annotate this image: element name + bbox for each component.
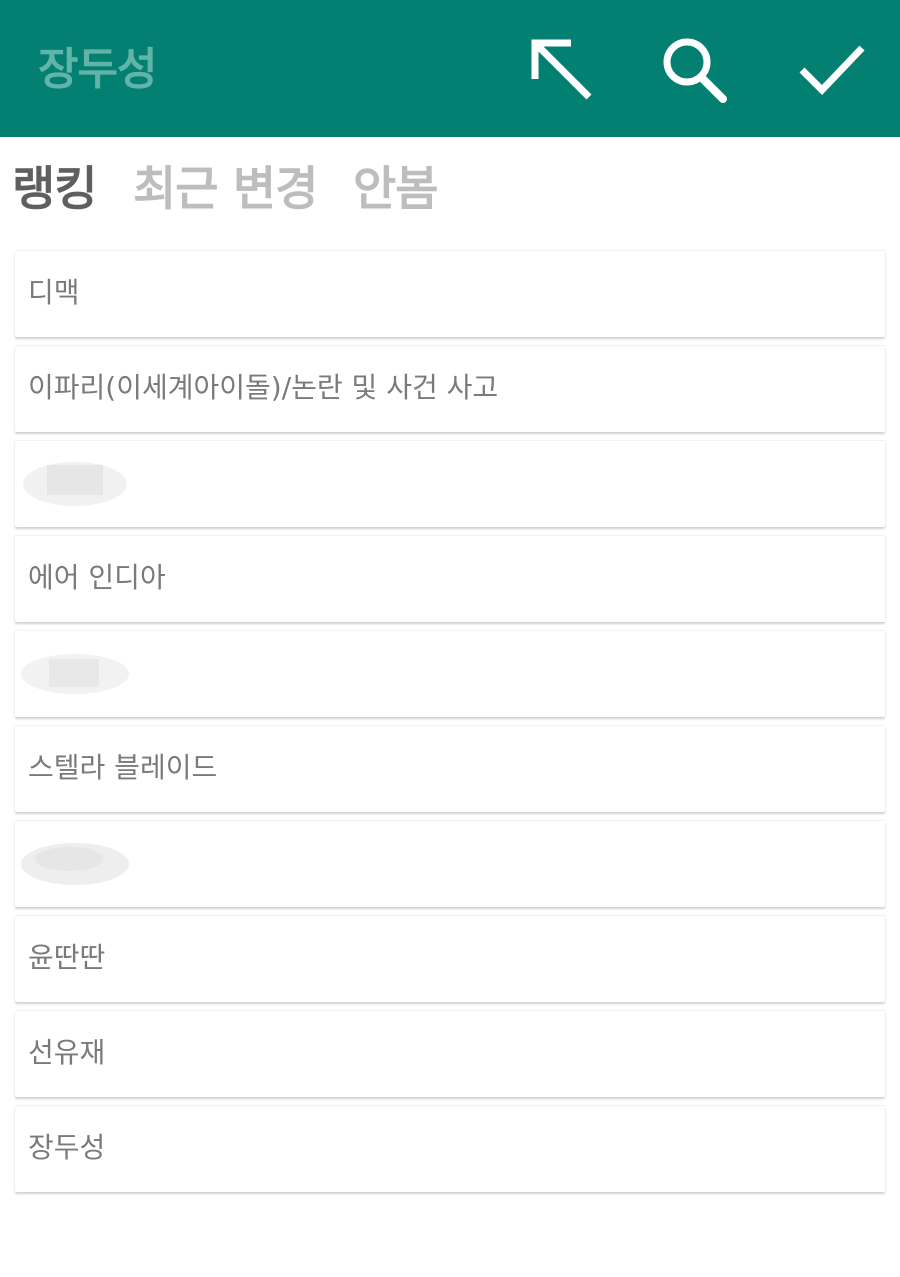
list-item-label: 디맥 <box>28 276 80 309</box>
list-item-label: 에어 인디아 <box>28 561 166 594</box>
tab-ranking[interactable]: 랭킹 <box>12 160 97 220</box>
redacted-label-blur <box>23 462 127 506</box>
list-item[interactable] <box>15 820 885 907</box>
tab-bar: 랭킹 최근 변경 안봄 <box>0 150 900 230</box>
search-button[interactable] <box>658 34 730 106</box>
check-icon <box>799 45 865 96</box>
list-item[interactable]: 장두성 <box>15 1105 885 1192</box>
list-item-label: 선유재 <box>28 1036 106 1069</box>
app-bar: 장두성 <box>0 0 900 137</box>
confirm-button[interactable] <box>796 34 868 106</box>
app-title: 장두성 <box>38 44 157 95</box>
scroll-to-top-button[interactable] <box>526 34 598 106</box>
list-item-label: 이파리(이세계아이돌)/논란 및 사건 사고 <box>28 371 499 404</box>
tab-recent-changes[interactable]: 최근 변경 <box>133 160 318 220</box>
ranking-list: 디맥 이파리(이세계아이돌)/논란 및 사건 사고 에어 인디아 스텔라 블레이… <box>15 250 885 1200</box>
list-item[interactable]: 이파리(이세계아이돌)/논란 및 사건 사고 <box>15 345 885 432</box>
list-item-label: 장두성 <box>28 1131 106 1164</box>
redacted-label-blur <box>21 843 129 885</box>
search-icon <box>663 38 727 103</box>
list-item[interactable] <box>15 630 885 717</box>
list-item-label: 스텔라 블레이드 <box>28 751 218 784</box>
list-item[interactable]: 스텔라 블레이드 <box>15 725 885 812</box>
top-left-arrow-icon <box>531 39 592 100</box>
list-item-label: 윤딴딴 <box>28 941 106 974</box>
list-item[interactable]: 선유재 <box>15 1010 885 1097</box>
list-item[interactable]: 에어 인디아 <box>15 535 885 622</box>
list-item[interactable]: 윤딴딴 <box>15 915 885 1002</box>
tab-not-viewed[interactable]: 안봄 <box>353 160 438 220</box>
list-item[interactable] <box>15 440 885 527</box>
list-item[interactable]: 디맥 <box>15 250 885 337</box>
redacted-label-blur <box>21 654 129 694</box>
